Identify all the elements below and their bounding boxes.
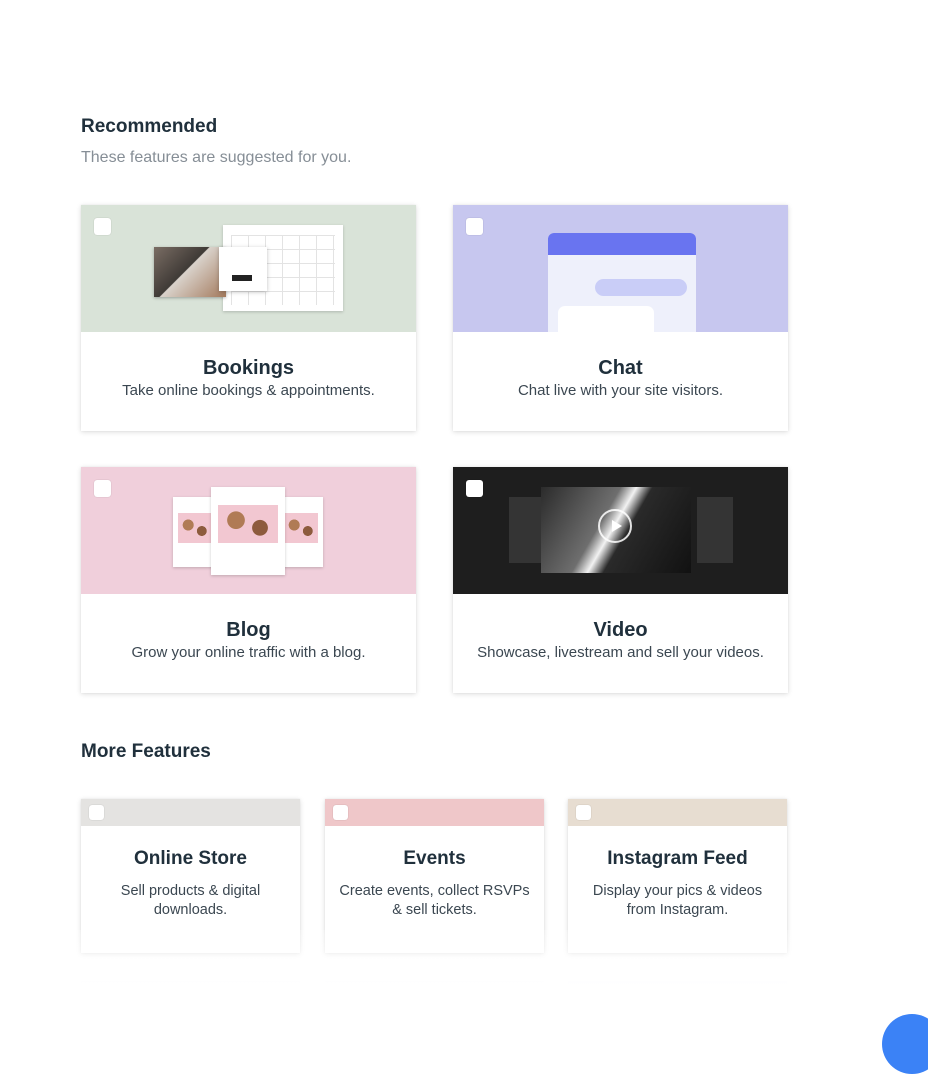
more-features-title: More Features <box>81 741 211 762</box>
card-header-strip <box>81 799 300 826</box>
feature-card-blog[interactable]: Blog Grow your online traffic with a blo… <box>81 467 416 693</box>
card-header-strip <box>325 799 544 826</box>
checkbox-icon[interactable] <box>94 218 111 235</box>
recommended-subtitle: These features are suggested for you. <box>81 149 352 166</box>
feature-card-video[interactable]: Video Showcase, livestream and sell your… <box>453 467 788 693</box>
checkbox-icon[interactable] <box>94 480 111 497</box>
card-title: Events <box>403 848 466 869</box>
card-description: Sell products & digital downloads. <box>120 883 261 918</box>
feature-card-chat[interactable]: Chat Chat live with your site visitors. <box>453 205 788 431</box>
play-icon <box>598 509 632 543</box>
recommended-title: Recommended <box>81 116 218 137</box>
video-illustration <box>453 467 788 594</box>
card-description: Grow your online traffic with a blog. <box>131 644 366 661</box>
card-title: Blog <box>226 619 271 641</box>
bottom-fade-overlay <box>0 930 928 1024</box>
card-description: Take online bookings & appointments. <box>122 382 375 399</box>
blog-illustration <box>81 467 416 594</box>
card-description: Display your pics & videos from Instagra… <box>592 883 763 918</box>
card-title: Bookings <box>202 357 295 379</box>
checkbox-icon[interactable] <box>466 218 483 235</box>
card-title: Instagram Feed <box>607 848 748 869</box>
checkbox-icon[interactable] <box>89 805 104 820</box>
card-title: Chat <box>598 357 643 379</box>
chat-illustration <box>453 205 788 332</box>
card-description: Chat live with your site visitors. <box>517 382 724 399</box>
bookings-illustration <box>81 205 416 332</box>
floating-action-button[interactable] <box>882 1014 928 1074</box>
card-description: Showcase, livestream and sell your video… <box>477 644 764 661</box>
checkbox-icon[interactable] <box>466 480 483 497</box>
card-title: Video <box>593 619 648 641</box>
feature-card-bookings[interactable]: Bookings Take online bookings & appointm… <box>81 205 416 431</box>
checkbox-icon[interactable] <box>333 805 348 820</box>
card-title: Online Store <box>134 848 247 869</box>
card-header-strip <box>568 799 787 826</box>
checkbox-icon[interactable] <box>576 805 591 820</box>
card-description: Create events, collect RSVPs & sell tick… <box>339 883 530 918</box>
